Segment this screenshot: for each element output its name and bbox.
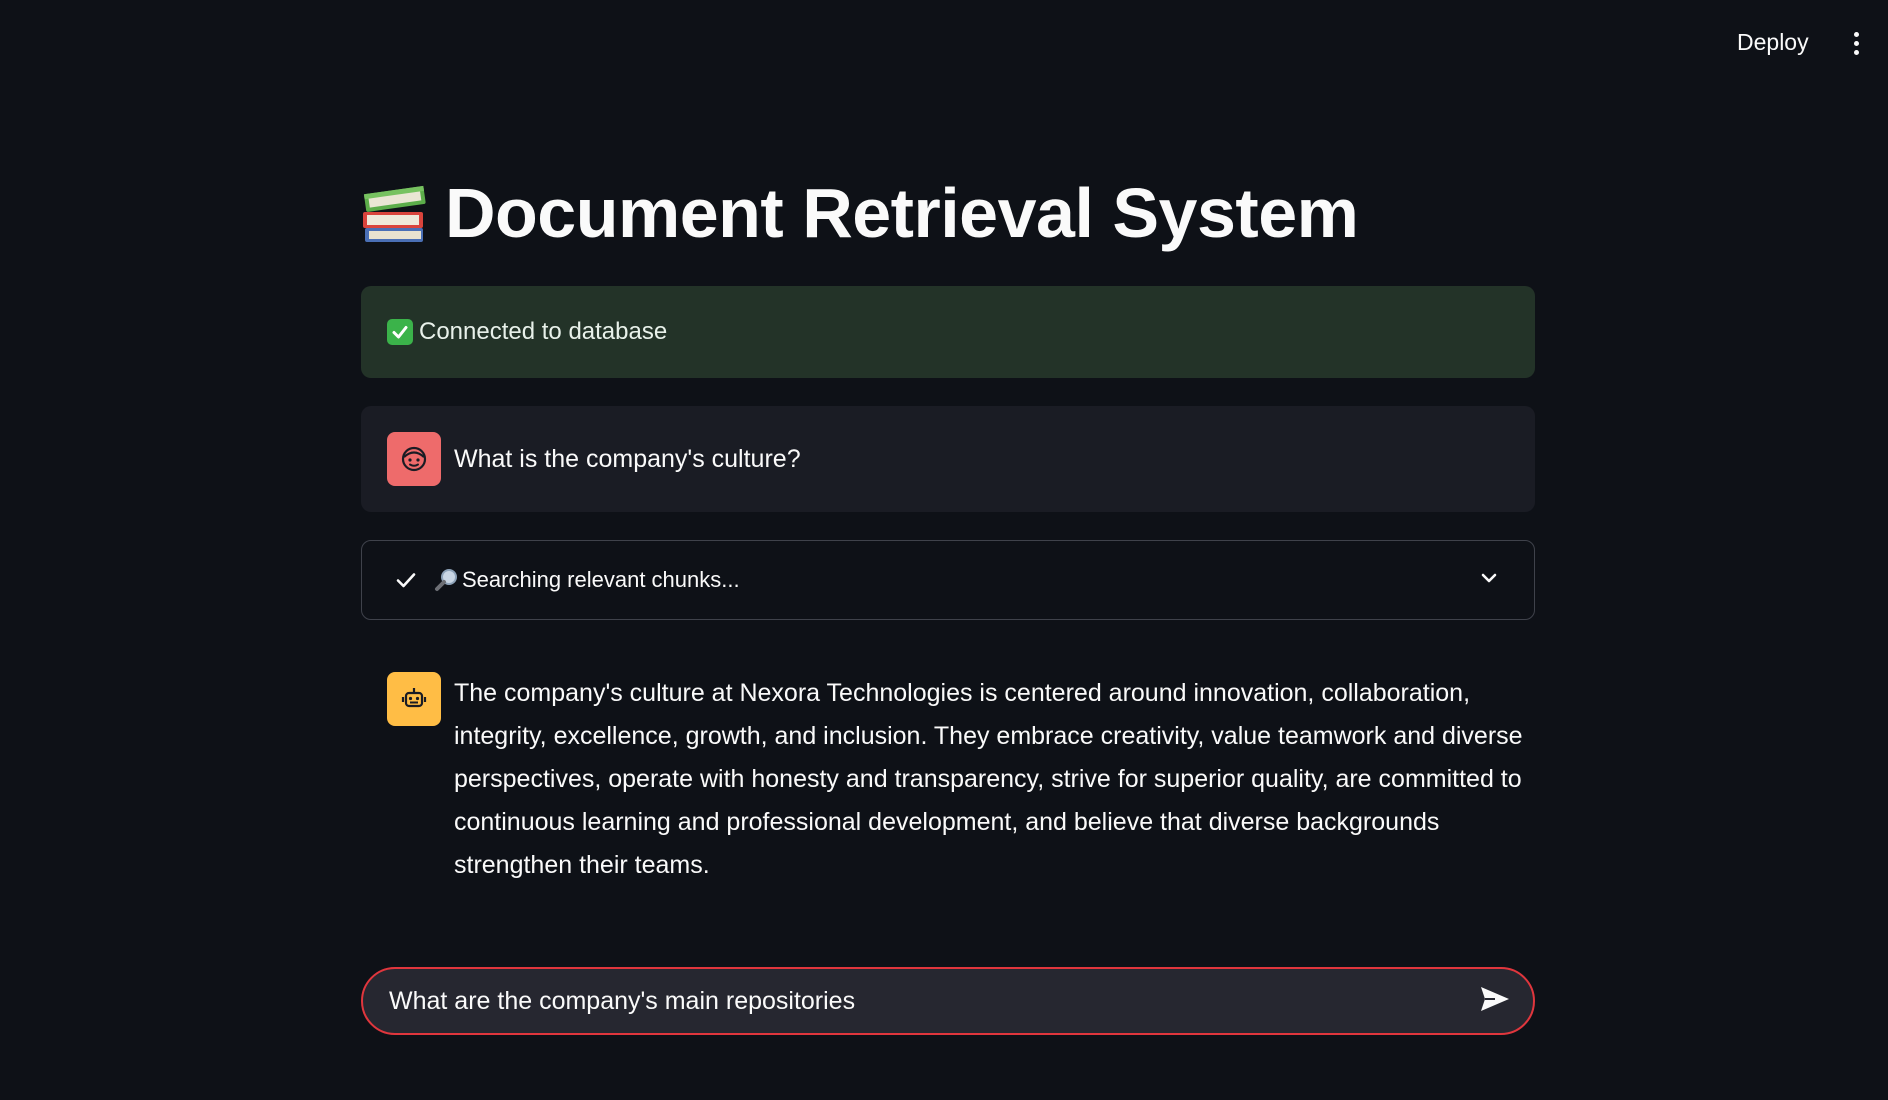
title-row: Document Retrieval System [361,168,1535,258]
connection-status-alert: Connected to database [361,286,1535,378]
user-face-icon [387,432,441,486]
checkmark-icon [394,568,418,592]
main-content: Document Retrieval System Connected to d… [361,168,1535,1035]
check-mark-button-icon [387,319,413,345]
books-icon [361,178,429,248]
chevron-down-icon[interactable] [1478,567,1500,589]
assistant-chat-message: The company's culture at Nexora Technolo… [387,672,1535,912]
main-menu-button[interactable] [1840,26,1872,60]
expander-label: Searching relevant chunks... [462,567,740,592]
search-status-expander[interactable]: Searching relevant chunks... [361,540,1535,620]
deploy-button[interactable]: Deploy [1725,24,1821,60]
send-icon [1479,985,1511,1018]
magnifier-icon [434,567,460,593]
connection-status-text: Connected to database [419,318,668,345]
vertical-ellipsis-icon [1853,31,1859,55]
assistant-message-text: The company's culture at Nexora Technolo… [454,679,1523,879]
user-message-text: What is the company's culture? [454,444,801,473]
chat-input-container [361,967,1535,1035]
app-root: Deploy Document Retrieval System Connect… [0,0,1888,1100]
robot-icon [387,672,441,726]
chat-input[interactable] [363,968,1471,1034]
send-button[interactable] [1471,977,1519,1025]
user-chat-message: What is the company's culture? [361,406,1535,512]
page-title: Document Retrieval System [445,174,1359,252]
header-bar: Deploy [0,0,1888,84]
